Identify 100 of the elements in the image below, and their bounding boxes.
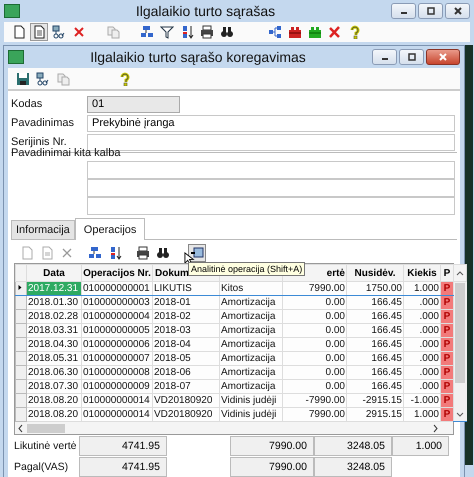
table-cell: 2018-05: [152, 352, 220, 366]
scroll-down-icon[interactable]: [456, 412, 464, 418]
table-cell: 166.45: [346, 352, 404, 366]
app-icon: [8, 50, 24, 64]
table-cell: 7990.00: [282, 282, 346, 296]
table-cell: 2018.08.20: [26, 408, 82, 422]
help-icon: [348, 25, 362, 39]
close-button[interactable]: [426, 49, 460, 65]
table-cell: 2017.12.31: [26, 282, 82, 296]
column-header[interactable]: ertė: [326, 268, 345, 278]
table-cell: 1.000: [404, 282, 440, 296]
table-cell: 166.45: [346, 338, 404, 352]
input-field[interactable]: 01: [87, 96, 180, 112]
table-cell: .000: [404, 380, 440, 394]
total-value: 4741.95: [79, 456, 167, 476]
tree-icon: [88, 246, 102, 260]
delete-icon: [60, 246, 74, 260]
printer-button[interactable]: [134, 244, 152, 262]
document-button[interactable]: [30, 23, 48, 41]
table-cell: Amortizacija: [220, 380, 282, 394]
table-cell: 2018.01.30: [26, 296, 82, 310]
row-selector[interactable]: [16, 282, 26, 296]
total-value: 4741.95: [79, 436, 167, 456]
scroll-right-icon[interactable]: [432, 424, 439, 432]
scroll-left-icon[interactable]: [17, 424, 24, 432]
row-pointer-icon: [17, 284, 24, 291]
tree-icon: [140, 25, 154, 39]
window-title: Ilgalaikio turto sąrašas: [134, 3, 276, 19]
tab[interactable]: Informacija: [11, 220, 75, 239]
toolbox-icon: [308, 25, 322, 39]
table-cell: 2018-06: [152, 366, 220, 380]
table-cell: 010000000009: [82, 380, 152, 394]
total-label: Pagal(VAS): [14, 460, 70, 472]
table-pointer-button[interactable]: [188, 244, 206, 262]
table-cell: 2018.08.20: [26, 394, 82, 408]
field-label: Pavadinimas: [11, 117, 75, 129]
maximize-button[interactable]: [418, 3, 443, 19]
table-cell: Kitos: [220, 282, 282, 296]
app-icon: [4, 4, 20, 18]
toolbox-icon: [288, 25, 302, 39]
maximize-button[interactable]: [399, 49, 424, 65]
input-field[interactable]: [87, 161, 455, 179]
table-cell: 0.00: [282, 366, 346, 380]
table-cell: Amortizacija: [220, 310, 282, 324]
binoculars-icon: [220, 25, 234, 39]
table-cell: 0.00: [282, 296, 346, 310]
printer-button[interactable]: [198, 23, 216, 41]
input-field[interactable]: [87, 179, 455, 197]
table-cell: 166.45: [346, 366, 404, 380]
table-cell: 010000000001: [82, 282, 152, 296]
table-cell: -7990.00: [282, 394, 346, 408]
total-value: 7990.00: [230, 436, 314, 456]
cross-icon: [328, 25, 342, 39]
diagram-button[interactable]: [266, 23, 284, 41]
minimize-button[interactable]: [391, 3, 416, 19]
table-cell: 2018.06.30: [26, 366, 82, 380]
delete-icon: [72, 25, 86, 39]
table-cell: .000: [404, 352, 440, 366]
table-cell: 0.00: [282, 324, 346, 338]
table-cell: 7990.00: [282, 408, 346, 422]
table-cell: 0.00: [282, 338, 346, 352]
table-cell: 166.45: [346, 324, 404, 338]
total-value: 7990.00: [230, 456, 314, 476]
table-pointer-icon: [190, 246, 204, 260]
table-cell: 0.00: [282, 380, 346, 394]
table-cell: Amortizacija: [220, 324, 282, 338]
table-cell: 010000000005: [82, 324, 152, 338]
maximize-icon: [426, 7, 436, 15]
table-cell: 010000000007: [82, 352, 152, 366]
network-icon: [36, 72, 50, 86]
tab[interactable]: Operacijos: [74, 218, 146, 240]
table-cell: 166.45: [346, 380, 404, 394]
input-field[interactable]: [87, 197, 455, 215]
table-cell: Amortizacija: [220, 352, 282, 366]
table-cell: 010000000008: [82, 366, 152, 380]
table-cell: 2018.07.30: [26, 380, 82, 394]
minimize-button[interactable]: [372, 49, 397, 65]
table-cell: 166.45: [346, 296, 404, 310]
scroll-up-icon[interactable]: [456, 270, 464, 276]
new-document-icon: [12, 25, 26, 39]
close-button[interactable]: [445, 3, 470, 19]
table-cell: 1750.00: [346, 282, 404, 296]
scrollbar-thumb[interactable]: [27, 424, 65, 432]
table-cell: Amortizacija: [220, 366, 282, 380]
table-cell: 2018.05.31: [26, 352, 82, 366]
table-cell: -1.000: [404, 394, 440, 408]
binoculars-icon: [156, 246, 170, 260]
new-document-icon: [20, 246, 34, 260]
input-field[interactable]: Prekybinė įranga: [87, 114, 455, 132]
table-cell: 2018-04: [152, 338, 220, 352]
table-cell: 0.00: [282, 352, 346, 366]
document-icon: [32, 25, 46, 39]
document-icon: [40, 246, 54, 260]
table-cell: Vidinis judėji: [220, 408, 282, 422]
table-cell: 2018-03: [152, 324, 220, 338]
table-cell: 2018-07: [152, 380, 220, 394]
printer-icon: [136, 246, 150, 260]
table-cell: 166.45: [346, 310, 404, 324]
table-cell: Amortizacija: [220, 296, 282, 310]
scrollbar-thumb[interactable]: [455, 283, 466, 383]
